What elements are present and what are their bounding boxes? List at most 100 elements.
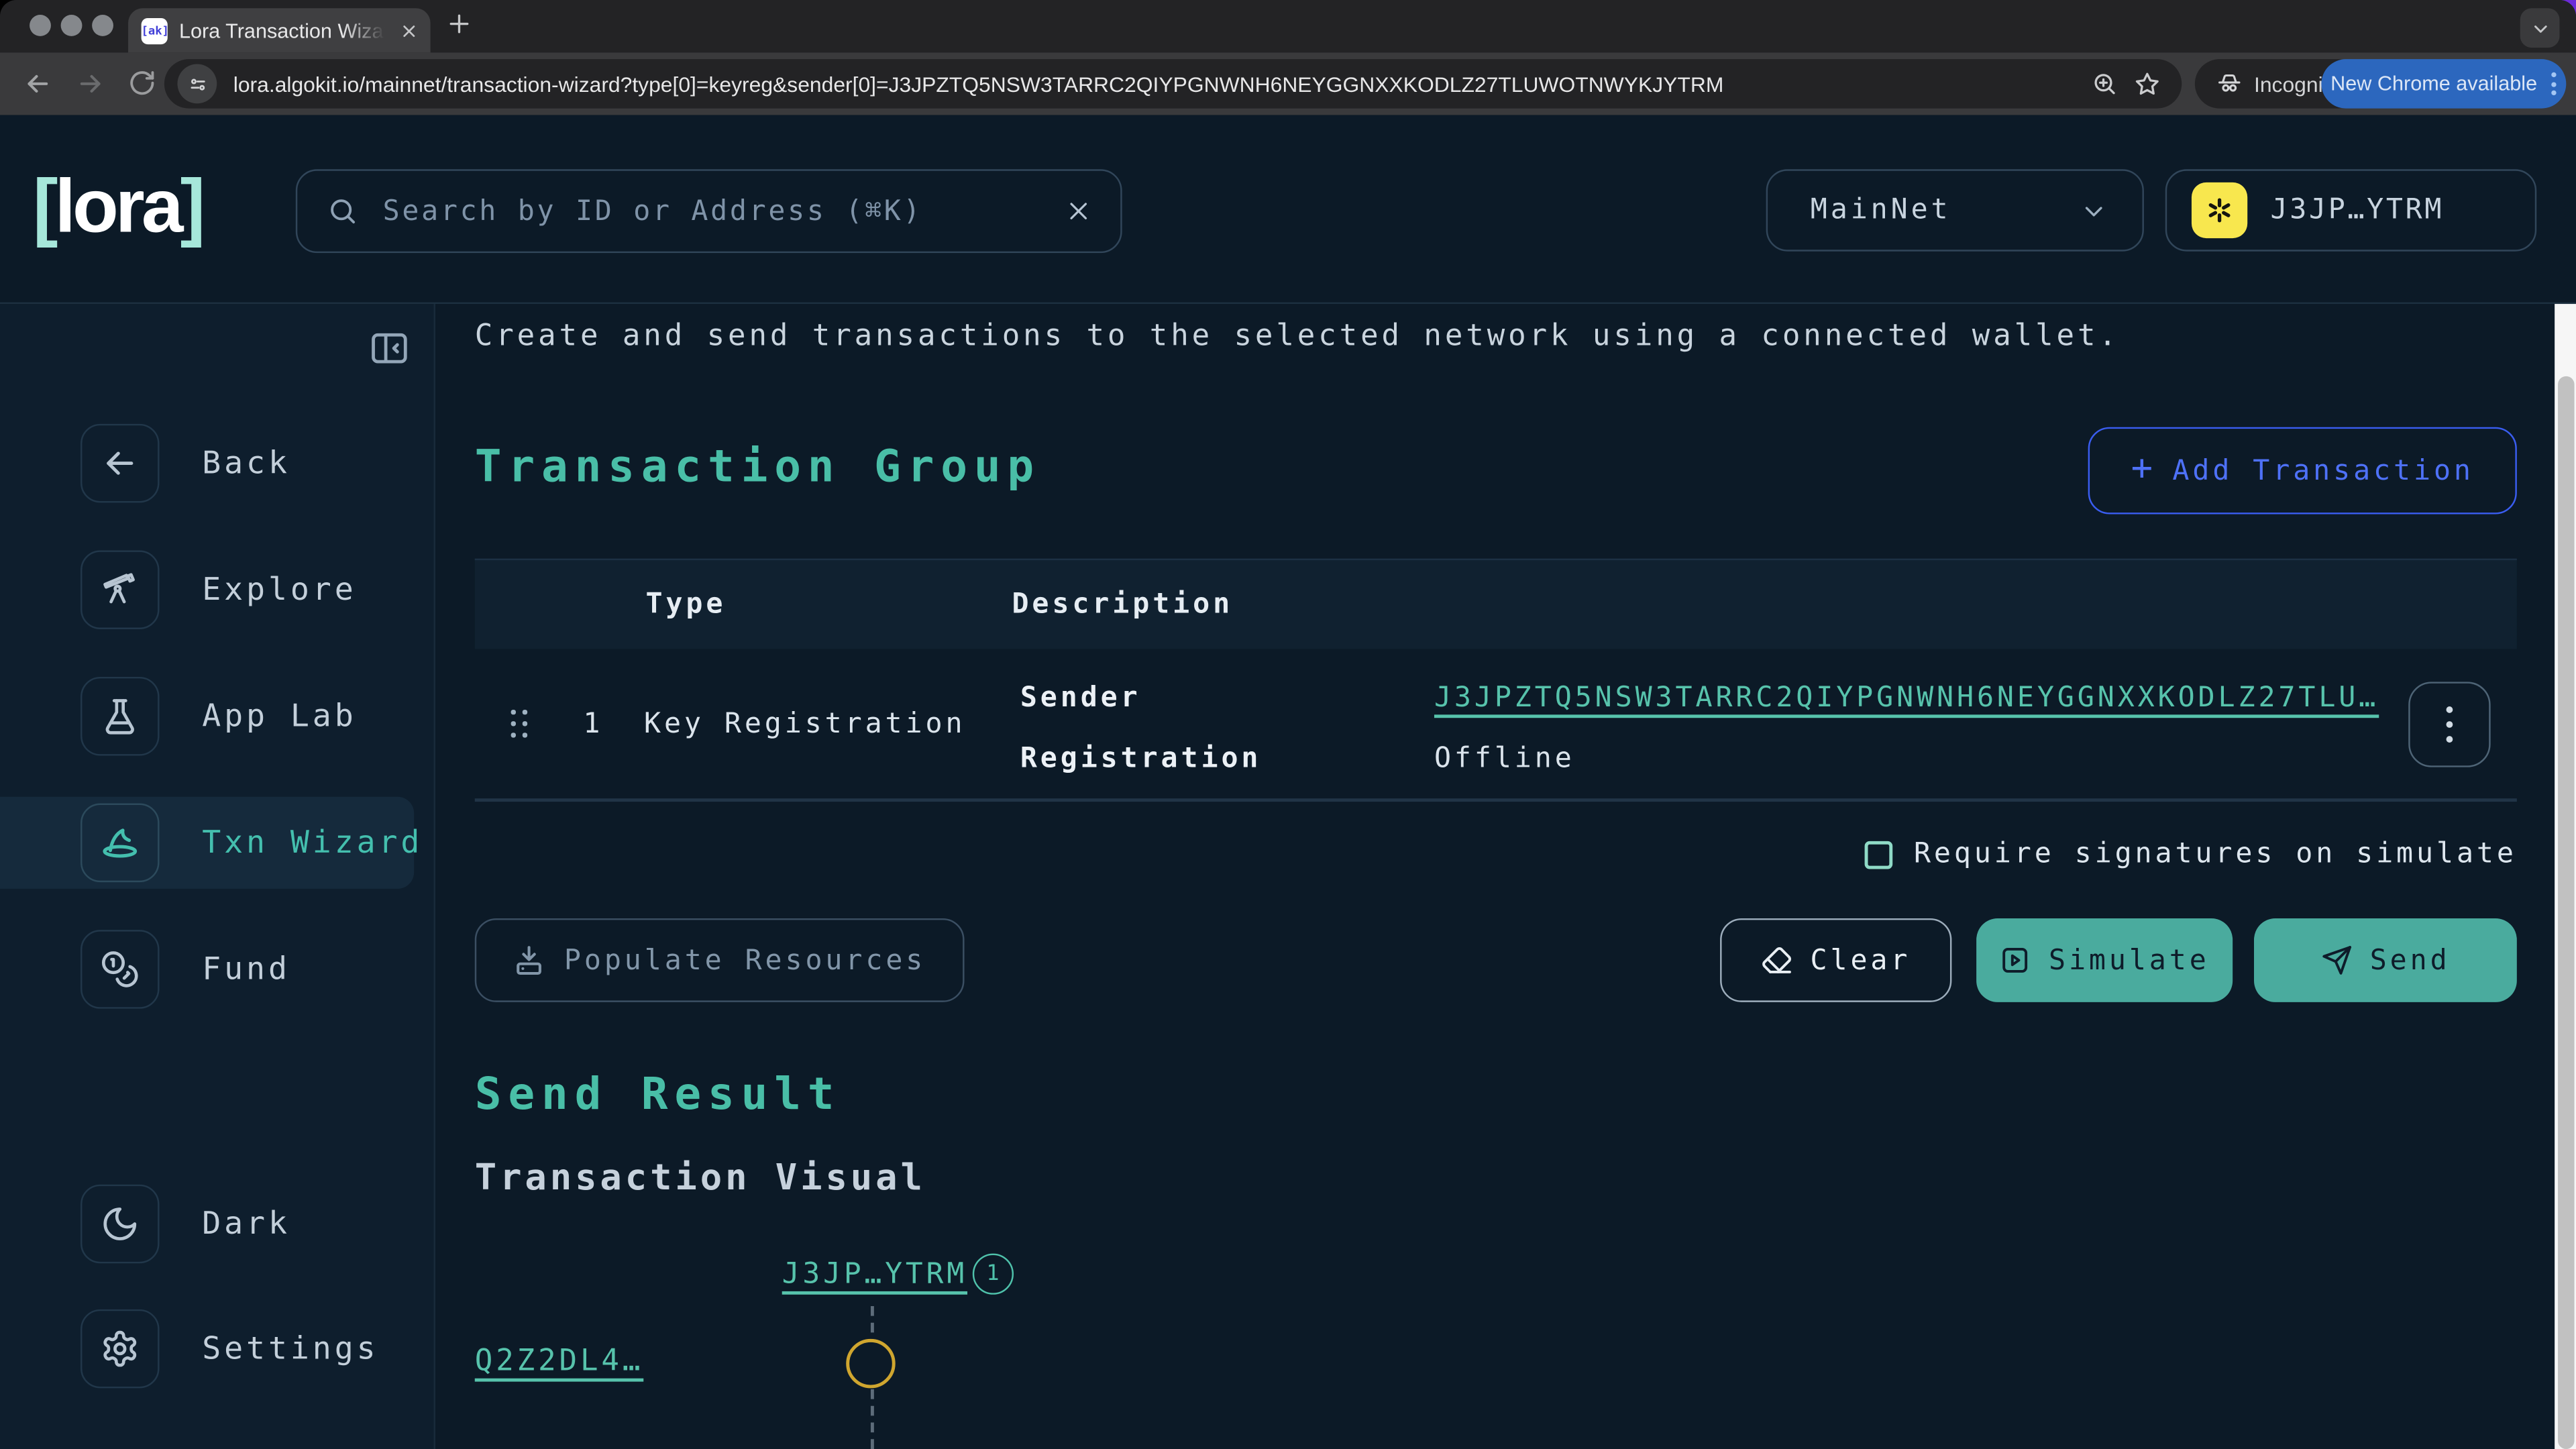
site-controls-icon[interactable]: [177, 64, 217, 104]
incognito-icon: [2216, 70, 2243, 97]
sidebar-item-label: Explore: [202, 572, 356, 608]
account-link[interactable]: J3JP…YTRM: [782, 1258, 967, 1291]
sidebar-item-back[interactable]: Back: [0, 424, 434, 503]
app-page: [lora] MainNet: [0, 115, 2576, 1449]
moon-icon: [80, 1185, 160, 1264]
table-row: 1 Key Registration Sender J3JPZTQ5NSW3TA…: [475, 649, 2517, 802]
sender-address-link[interactable]: J3JPZTQ5NSW3TARRC2QIYPGNWNH6NEYGGNXXKODL…: [1434, 682, 2379, 714]
browser-window: [ak] Lora Transaction Wizard main: [0, 0, 2576, 1449]
window-close-button[interactable]: [30, 15, 51, 36]
wallet-button[interactable]: J3JP…YTRM: [2165, 169, 2536, 251]
field-label-registration: Registration: [1020, 743, 1262, 775]
chevron-down-icon: [2082, 198, 2106, 223]
sidebar-item-label: App Lab: [202, 698, 356, 735]
row-menu-button[interactable]: [2408, 682, 2490, 767]
sidebar-item-explore[interactable]: Explore: [0, 550, 434, 629]
transaction-count-badge: 1: [972, 1254, 1013, 1295]
new-tab-icon[interactable]: [447, 11, 472, 36]
chrome-update-button[interactable]: New Chrome available: [2321, 59, 2566, 108]
wallet-address-label: J3JP…YTRM: [2270, 194, 2444, 227]
lora-logo[interactable]: [lora]: [33, 161, 202, 250]
visual-account-column: J3JP…YTRM 1: [782, 1254, 1014, 1295]
column-header-description: Description: [1012, 588, 1233, 621]
scrollbar-thumb[interactable]: [2557, 376, 2573, 1449]
registration-value: Offline: [1434, 743, 1575, 775]
window-zoom-button[interactable]: [92, 15, 113, 36]
tab-title: Lora Transaction Wizard main: [179, 19, 389, 42]
sidebar-collapse-icon[interactable]: [368, 327, 411, 370]
sidebar-nav: Back Explore App Lab: [0, 424, 434, 1057]
browser-toolbar: lora.algokit.io/mainnet/transaction-wiza…: [0, 52, 2576, 115]
send-button[interactable]: Send: [2254, 918, 2517, 1002]
sidebar-item-app-lab[interactable]: App Lab: [0, 677, 434, 756]
field-label-sender: Sender: [1020, 682, 1141, 714]
network-select[interactable]: MainNet: [1766, 169, 2144, 251]
sidebar-item-label: Txn Wizard: [202, 824, 423, 861]
browser-forward-icon[interactable]: [76, 69, 105, 99]
search-icon: [327, 195, 358, 227]
sidebar: Back Explore App Lab: [0, 304, 435, 1449]
transaction-id-link[interactable]: Q2Z2DL4…: [475, 1344, 644, 1378]
row-index: 1: [583, 708, 603, 741]
clear-button[interactable]: Clear: [1720, 918, 1951, 1002]
play-square-icon: [2000, 945, 2031, 976]
sidebar-item-label: Back: [202, 445, 290, 482]
paper-plane-icon: [2320, 945, 2352, 976]
sidebar-footer: Dark Settings: [0, 1185, 434, 1389]
sidebar-item-fund[interactable]: Fund: [0, 930, 434, 1009]
transaction-group-title: Transaction Group: [475, 442, 1040, 494]
sidebar-item-label: Settings: [202, 1331, 378, 1367]
url-bar[interactable]: lora.algokit.io/mainnet/transaction-wiza…: [164, 59, 2182, 108]
browser-reload-icon[interactable]: [128, 69, 156, 97]
tab-close-icon[interactable]: [401, 22, 417, 38]
page-scrollbar[interactable]: [2555, 304, 2576, 1449]
transaction-visual: J3JP…YTRM 1 Q2Z2DL4…: [475, 1224, 2517, 1449]
arrow-left-icon: [80, 424, 160, 503]
gear-icon: [80, 1309, 160, 1389]
chrome-update-label: New Chrome available: [2330, 72, 2537, 95]
sidebar-item-txn-wizard[interactable]: Txn Wizard: [0, 804, 434, 883]
wizard-hat-icon: [80, 804, 160, 883]
drag-handle-icon[interactable]: [511, 710, 529, 739]
transaction-visual-title: Transaction Visual: [475, 1159, 926, 1201]
require-signatures-checkbox[interactable]: [1864, 841, 1892, 869]
row-type: Key Registration: [644, 708, 965, 741]
add-transaction-button[interactable]: + Add Transaction: [2088, 427, 2517, 515]
window-minimize-button[interactable]: [61, 15, 83, 36]
sidebar-item-settings[interactable]: Settings: [0, 1309, 434, 1389]
bookmark-star-icon[interactable]: [2134, 70, 2160, 97]
transaction-node-icon[interactable]: [846, 1339, 895, 1388]
coins-icon: [80, 930, 160, 1009]
wallet-provider-icon: [2192, 182, 2247, 238]
sidebar-item-label: Dark: [202, 1206, 290, 1242]
search-box[interactable]: [296, 169, 1122, 253]
download-tray-icon: [513, 944, 546, 977]
plus-icon: +: [2131, 449, 2156, 490]
send-result-title: Send Result: [475, 1069, 841, 1122]
browser-tab[interactable]: [ak] Lora Transaction Wizard main: [128, 8, 431, 52]
sidebar-item-dark-mode[interactable]: Dark: [0, 1185, 434, 1264]
tab-search-icon[interactable]: [2520, 8, 2560, 48]
tab-favicon: [ak]: [142, 17, 168, 44]
tab-strip: [ak] Lora Transaction Wizard main: [0, 0, 2576, 52]
populate-resources-button[interactable]: Populate Resources: [475, 918, 965, 1002]
telescope-icon: [80, 550, 160, 629]
table-header: Type Description: [475, 559, 2517, 649]
browser-menu-icon[interactable]: [2552, 72, 2557, 95]
sidebar-item-label: Fund: [202, 951, 290, 987]
screen: [ak] Lora Transaction Wizard main: [0, 0, 2576, 1449]
eraser-icon: [1761, 945, 1792, 976]
page-description: Create and send transactions to the sele…: [475, 319, 2120, 353]
browser-back-icon[interactable]: [23, 69, 52, 99]
simulate-button[interactable]: Simulate: [1976, 918, 2233, 1002]
app-header: [lora] MainNet: [0, 115, 2576, 304]
search-input[interactable]: [380, 193, 1045, 229]
column-header-type: Type: [645, 588, 726, 621]
search-clear-icon[interactable]: [1066, 199, 1091, 223]
flask-icon: [80, 677, 160, 756]
network-select-value: MainNet: [1811, 194, 1951, 227]
require-signatures-row: Require signatures on simulate: [1864, 838, 2516, 871]
url-text[interactable]: lora.algokit.io/mainnet/transaction-wiza…: [233, 72, 2075, 97]
zoom-icon[interactable]: [2092, 70, 2118, 97]
require-signatures-label: Require signatures on simulate: [1914, 838, 2517, 871]
